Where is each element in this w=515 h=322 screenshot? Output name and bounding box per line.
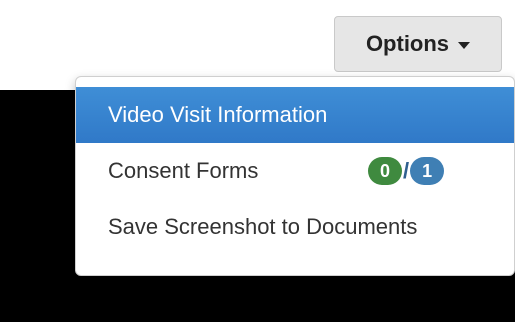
consent-forms-count: 0 / 1 — [368, 157, 445, 185]
menu-item-label: Consent Forms — [108, 158, 259, 183]
menu-item-label: Video Visit Information — [108, 102, 328, 127]
options-dropdown-menu: Video Visit Information Consent Forms 0 … — [75, 76, 515, 276]
menu-item-video-visit-information[interactable]: Video Visit Information — [76, 87, 514, 143]
signed-count-badge: 0 — [368, 157, 402, 185]
options-button-label: Options — [365, 31, 450, 56]
menu-item-consent-forms[interactable]: Consent Forms 0 / 1 — [76, 143, 514, 199]
caret-down-icon — [458, 42, 471, 49]
total-count-badge: 1 — [410, 157, 445, 185]
count-separator: / — [403, 158, 410, 183]
menu-item-save-screenshot-to-documents[interactable]: Save Screenshot to Documents — [76, 199, 514, 255]
menu-item-label: Save Screenshot to Documents — [108, 214, 418, 239]
options-button[interactable]: Options — [334, 16, 502, 72]
